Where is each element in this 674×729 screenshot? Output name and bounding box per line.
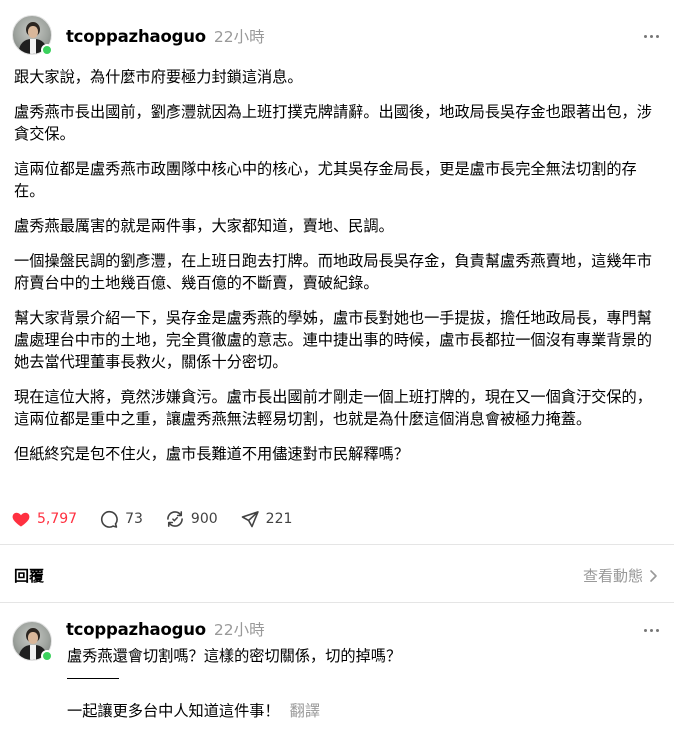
divider: [0, 544, 674, 545]
share-button[interactable]: 221: [240, 509, 293, 529]
repost-button[interactable]: 900: [165, 509, 218, 529]
post-paragraph: 一個操盤民調的劉彥灃，在上班日跑去打牌。而地政局長吳存金，負責幫盧秀燕賣地，這幾…: [14, 252, 652, 292]
username[interactable]: tcoppazhaoguo: [66, 27, 206, 46]
reply-header: tcoppazhaoguo 22小時: [66, 618, 265, 640]
repost-count: 900: [190, 511, 218, 527]
like-count: 5,797: [37, 511, 78, 527]
chevron-right-icon: [650, 569, 657, 582]
replies-label: 回覆: [14, 567, 45, 585]
translate-link[interactable]: 翻譯: [290, 702, 320, 720]
online-status-icon: [41, 650, 53, 662]
avatar-shirt-shape: [30, 645, 36, 660]
share-icon: [241, 511, 259, 528]
post-paragraph: 盧秀燕最厲害的就是兩件事，大家都知道，賣地、民調。: [14, 217, 394, 235]
post-actions: 5,797 73 900 221: [11, 508, 314, 530]
comment-button[interactable]: 73: [99, 509, 143, 529]
avatar-face-shape: [28, 632, 38, 644]
comment-count: 73: [125, 511, 143, 527]
avatar-shirt-shape: [30, 39, 36, 54]
view-activity-link[interactable]: 查看動態: [583, 565, 658, 586]
post-paragraph: 但紙終究是包不住火，盧市長難道不用儘速對市民解釋嗎？: [14, 445, 409, 463]
repost-icon: [167, 511, 183, 527]
timestamp[interactable]: 22小時: [214, 25, 265, 47]
share-count: 221: [265, 511, 293, 527]
more-icon[interactable]: [641, 32, 661, 40]
view-activity-label: 查看動態: [582, 567, 643, 585]
avatar-face-shape: [28, 26, 38, 38]
comment-icon: [101, 510, 118, 528]
online-status-icon: [41, 44, 53, 56]
post-body: 跟大家說，為什麼市府要極力封鎖這消息。 盧秀燕市長出國前，劉彥灃就因為上班打撲克…: [14, 66, 660, 478]
post-paragraph: 現在這位大將，竟然涉嫌貪污。盧市長出國前才剛走一個上班打牌的，現在又一個貪汙交保…: [14, 388, 652, 428]
reply-line: 一起讓更多台中人知道這件事！ 翻譯: [67, 700, 320, 722]
divider: [0, 602, 674, 603]
reply-line-text: 一起讓更多台中人知道這件事！: [67, 702, 280, 720]
reply-line: 盧秀燕還會切割嗎？這樣的密切關係，切的掉嗎？: [67, 647, 402, 665]
more-icon[interactable]: [641, 626, 661, 634]
post-paragraph: 盧秀燕市長出國前，劉彥灃就因為上班打撲克牌請辭。出國後，地政局長吳存金也跟著出包…: [14, 103, 652, 143]
heart-icon: [12, 512, 30, 527]
reply-separator-line: [67, 678, 119, 679]
post-paragraph: 跟大家說，為什麼市府要極力封鎖這消息。: [14, 68, 303, 86]
like-button[interactable]: 5,797: [11, 509, 77, 529]
post-paragraph: 幫大家背景介紹一下，吳存金是盧秀燕的學姊，盧市長對她也一手提拔，擔任地政局長，專…: [14, 309, 652, 371]
reply-timestamp[interactable]: 22小時: [214, 618, 265, 640]
post-header: tcoppazhaoguo 22小時: [66, 25, 265, 47]
reply-username[interactable]: tcoppazhaoguo: [66, 620, 206, 639]
post-paragraph: 這兩位都是盧秀燕市政團隊中核心中的核心，尤其吳存金局長，更是盧市長完全無法切割的…: [14, 160, 637, 200]
